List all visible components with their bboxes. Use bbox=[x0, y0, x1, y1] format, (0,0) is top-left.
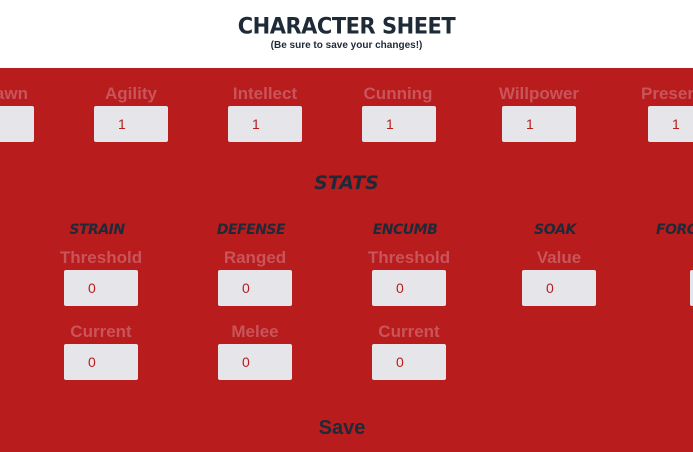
header: CHARACTER SHEET (Be sure to save your ch… bbox=[0, 0, 693, 68]
brawn-input[interactable]: 1 bbox=[0, 106, 34, 142]
encumbrance-current-input[interactable]: 0 bbox=[372, 344, 446, 380]
strain-title: STRAIN bbox=[69, 222, 125, 238]
characteristic-label-cunning: Cunning bbox=[363, 84, 433, 103]
strain-current-label: Current bbox=[70, 322, 132, 341]
stats-title: STATS bbox=[314, 172, 379, 194]
defense-title: DEFENSE bbox=[216, 222, 286, 238]
characteristic-label-intellect: Intellect bbox=[232, 84, 298, 103]
page-title: CHARACTER SHEET bbox=[237, 13, 456, 39]
strain-current-input[interactable]: 0 bbox=[64, 344, 138, 380]
encumbrance-threshold-input[interactable]: 0 bbox=[372, 270, 446, 306]
cunning-input[interactable]: 1 bbox=[362, 106, 436, 142]
strain-threshold-label: Threshold bbox=[59, 248, 143, 267]
characteristic-label-agility: Agility bbox=[105, 84, 157, 103]
defense-ranged-input[interactable]: 0 bbox=[218, 270, 292, 306]
defense-melee-input[interactable]: 0 bbox=[218, 344, 292, 380]
force-title: FORCE bbox=[656, 222, 693, 238]
defense-ranged-label: Ranged bbox=[223, 248, 287, 267]
agility-input[interactable]: 1 bbox=[94, 106, 168, 142]
save-button[interactable]: Save bbox=[292, 417, 392, 440]
soak-title: SOAK bbox=[534, 222, 576, 238]
soak-value-label: Value bbox=[536, 248, 582, 267]
page-subtitle: (Be sure to save your changes!) bbox=[270, 40, 423, 51]
strain-threshold-input[interactable]: 0 bbox=[64, 270, 138, 306]
encumbrance-current-label: Current bbox=[378, 322, 440, 341]
willpower-input[interactable]: 1 bbox=[502, 106, 576, 142]
encumbrance-title: ENCUMB bbox=[372, 222, 438, 238]
characteristic-label-willpower: Willpower bbox=[498, 84, 580, 103]
character-panel: Brawn 1 Agility 1 Intellect 1 Cunning 1 … bbox=[0, 68, 693, 452]
soak-value-input[interactable]: 0 bbox=[522, 270, 596, 306]
defense-melee-label: Melee bbox=[231, 322, 279, 341]
presence-input[interactable]: 1 bbox=[648, 106, 693, 142]
characteristic-label-brawn: Brawn bbox=[0, 84, 28, 103]
intellect-input[interactable]: 1 bbox=[228, 106, 302, 142]
encumbrance-threshold-label: Threshold bbox=[367, 248, 451, 267]
characteristic-label-presence: Presence bbox=[641, 84, 693, 103]
